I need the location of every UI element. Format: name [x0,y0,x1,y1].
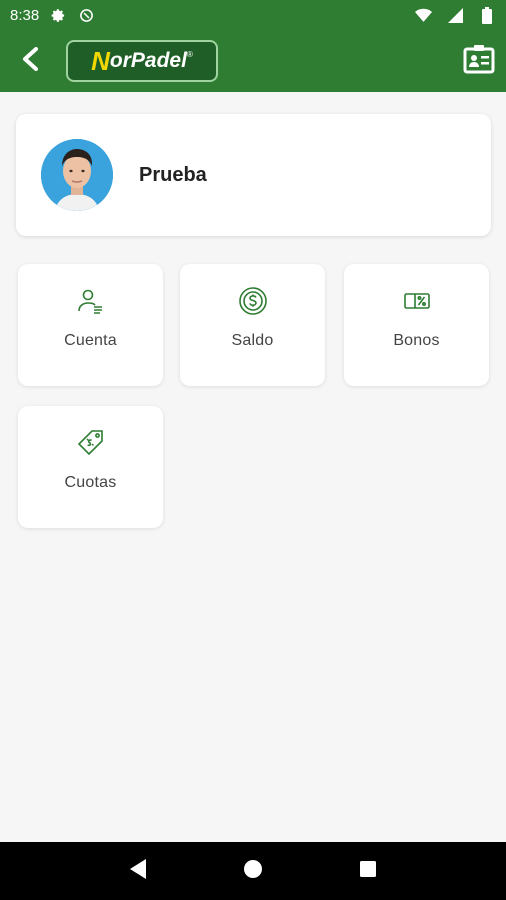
back-triangle-icon [128,858,148,885]
tile-saldo[interactable]: Saldo [180,264,325,386]
user-list-icon [76,286,106,316]
tile-cuenta[interactable]: Cuenta [18,264,163,386]
coin-dollar-icon [238,286,268,316]
tile-label: Saldo [231,332,274,349]
logo-registered-mark: ® [186,50,193,59]
tile-label: Cuenta [64,332,117,349]
tile-cuotas[interactable]: Cuotas [18,406,163,528]
app-bar: NorPadel ® [0,30,506,92]
gear-icon [49,6,67,24]
avatar [41,139,113,211]
id-card-button[interactable] [462,44,496,78]
home-circle-icon [243,859,263,884]
price-tag-icon [76,428,106,458]
back-button[interactable] [16,46,46,76]
status-time: 8:38 [10,6,40,24]
no-sim-icon [77,6,95,24]
nav-back-button[interactable] [118,851,158,891]
logo-text: orPadel [109,49,187,72]
nav-recents-button[interactable] [348,851,388,891]
nav-home-button[interactable] [233,851,273,891]
voucher-percent-icon [402,286,432,316]
chevron-left-icon [21,46,41,76]
battery-icon [478,6,496,24]
profile-card[interactable]: Prueba [16,114,491,236]
system-nav-bar [0,842,506,900]
tile-label: Bonos [393,332,440,349]
logo-letter-n: N [91,45,110,76]
tile-bonos[interactable]: Bonos [344,264,489,386]
signal-icon [446,6,464,24]
id-card-icon [463,44,495,79]
tile-label: Cuotas [64,474,117,491]
norpadel-logo: NorPadel ® [66,40,218,82]
status-bar: 8:38 [0,0,506,30]
recents-square-icon [359,860,377,883]
profile-name: Prueba [139,163,207,186]
wifi-icon [414,6,432,24]
